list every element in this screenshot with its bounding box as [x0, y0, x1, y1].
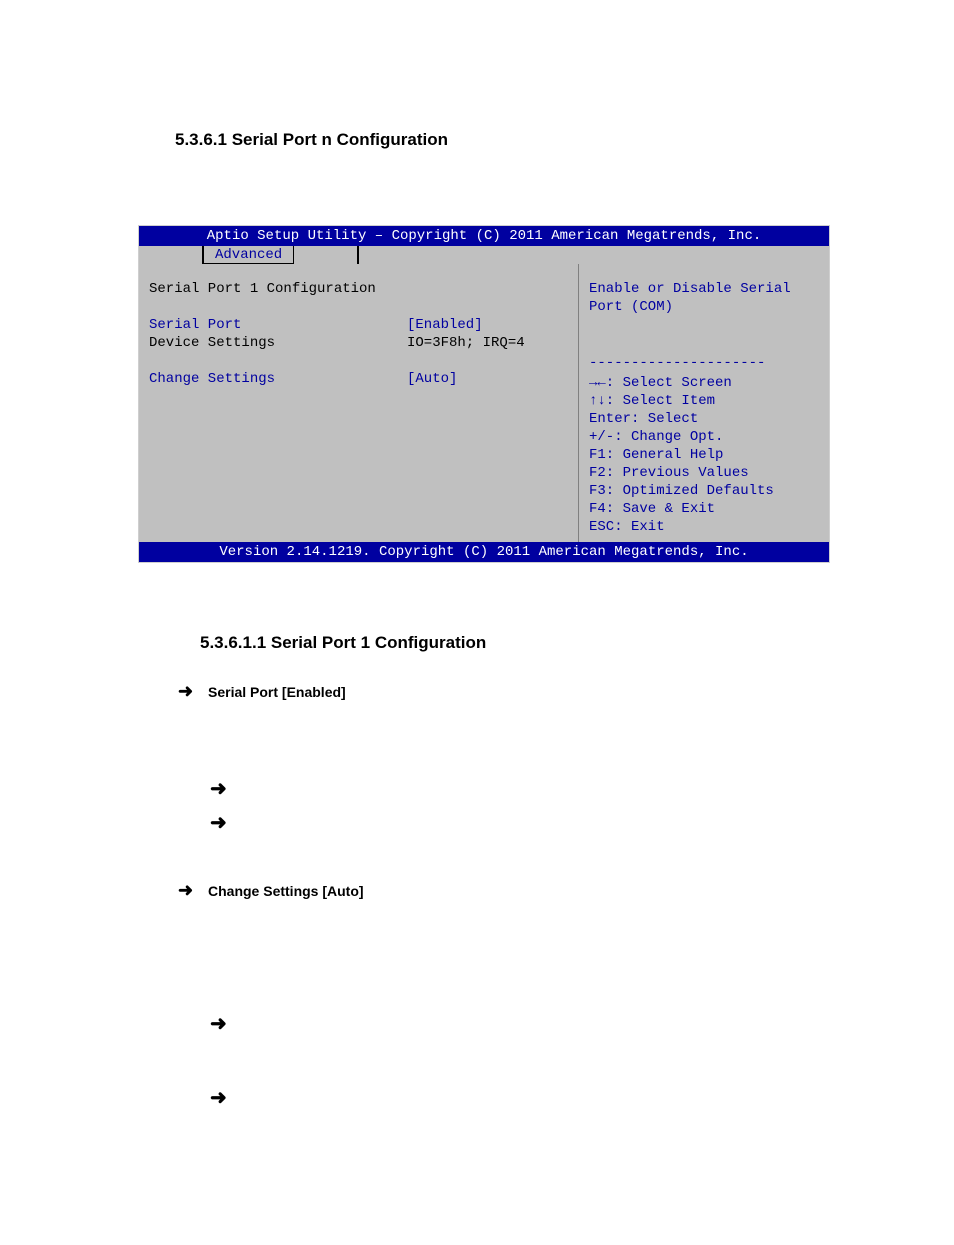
bios-tab-pad: [139, 246, 203, 264]
bios-row-serial-port[interactable]: Serial Port [Enabled]: [149, 316, 568, 334]
sub-bullets-1: ➜ ➜: [210, 772, 864, 840]
bios-nav-line: ESC: Exit: [589, 518, 819, 536]
bios-right-pane: Enable or Disable Serial Port (COM) ----…: [578, 264, 829, 542]
sub-bullets-2: ➜ ➜: [210, 1007, 864, 1115]
bios-row-change-settings[interactable]: Change Settings [Auto]: [149, 370, 568, 388]
arrow-right-icon: ➜: [210, 772, 864, 806]
bullet-label: Serial Port [Enabled]: [208, 684, 346, 700]
bios-divider: ---------------------: [589, 354, 819, 372]
bios-title: Aptio Setup Utility – Copyright (C) 2011…: [139, 226, 829, 246]
bios-nav-line: +/-: Change Opt.: [589, 428, 819, 446]
bios-help-text: Enable or Disable Serial: [589, 280, 819, 298]
bios-body: Serial Port 1 Configuration Serial Port …: [139, 264, 829, 542]
arrow-right-icon: ➜: [178, 880, 208, 901]
bios-value: [Auto]: [407, 370, 568, 388]
bios-tab-rest: [358, 246, 829, 264]
bios-help-text: Port (COM): [589, 298, 819, 316]
bios-tab-advanced[interactable]: Advanced: [203, 246, 294, 264]
bios-nav-line: F1: General Help: [589, 446, 819, 464]
bios-left-pane: Serial Port 1 Configuration Serial Port …: [139, 264, 578, 542]
arrow-right-icon: ➜: [210, 1007, 864, 1041]
arrow-right-icon: ➜: [210, 806, 864, 840]
bios-footer: Version 2.14.1219. Copyright (C) 2011 Am…: [139, 542, 829, 562]
bios-screen: Aptio Setup Utility – Copyright (C) 2011…: [138, 225, 830, 563]
bios-nav-line: F3: Optimized Defaults: [589, 482, 819, 500]
bios-row-device-settings: Device Settings IO=3F8h; IRQ=4: [149, 334, 568, 352]
bios-left-heading: Serial Port 1 Configuration: [149, 280, 568, 298]
bios-value: [Enabled]: [407, 316, 568, 334]
subsection-heading: 5.3.6.1.1 Serial Port 1 Configuration: [200, 633, 864, 653]
bios-nav-line: F4: Save & Exit: [589, 500, 819, 518]
bios-nav-line: Enter: Select: [589, 410, 819, 428]
bullet-change-settings: ➜ Change Settings [Auto]: [178, 880, 864, 901]
section-heading: 5.3.6.1 Serial Port n Configuration: [175, 130, 864, 150]
bios-nav-line: F2: Previous Values: [589, 464, 819, 482]
bios-label: Serial Port: [149, 316, 407, 334]
bios-tab-pad2: [294, 246, 358, 264]
bios-label: Device Settings: [149, 334, 407, 352]
page: 5.3.6.1 Serial Port n Configuration Apti…: [0, 0, 954, 1245]
bullet-serial-port: ➜ Serial Port [Enabled]: [178, 681, 864, 702]
bios-nav-line: ↑↓: Select Item: [589, 392, 819, 410]
bios-tabrow: Advanced: [139, 246, 829, 264]
bullet-label: Change Settings [Auto]: [208, 883, 364, 899]
arrow-right-icon: ➜: [210, 1081, 864, 1115]
bios-label: Change Settings: [149, 370, 407, 388]
arrow-right-icon: ➜: [178, 681, 208, 702]
bios-nav-line: →←: Select Screen: [589, 374, 819, 392]
bios-value: IO=3F8h; IRQ=4: [407, 334, 568, 352]
